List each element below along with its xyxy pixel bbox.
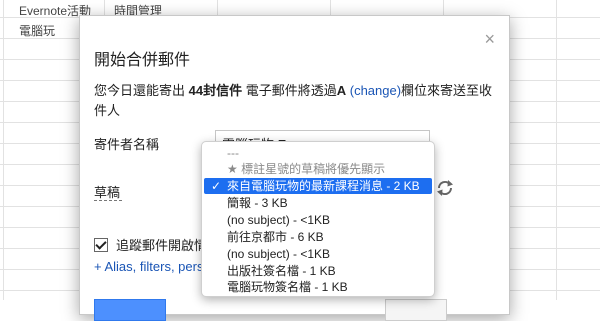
quota-info-text: 您今日還能寄出 44封信件 電子郵件將透過A (change)欄位來寄送至收件人 bbox=[94, 81, 494, 121]
info-text: 您今日還能寄出 bbox=[94, 83, 189, 98]
draft-option[interactable]: (no subject) - <1KB bbox=[202, 246, 434, 262]
sheet-cell[interactable]: 電腦玩 bbox=[19, 22, 55, 39]
draft-option-label: 來自電腦玩物的最新課程消息 - 2 KB bbox=[227, 179, 420, 193]
email-column: A bbox=[336, 83, 347, 98]
change-column-link[interactable]: (change) bbox=[350, 83, 401, 98]
draft-option[interactable]: 電腦玩物簽名檔 - 1 KB bbox=[202, 279, 434, 295]
draft-label: 草稿 bbox=[94, 185, 121, 200]
grid-line bbox=[3, 0, 4, 300]
draft-option-separator: --- bbox=[227, 146, 239, 160]
refresh-icon[interactable] bbox=[434, 177, 456, 199]
draft-option[interactable]: 出版社簽名檔 - 1 KB bbox=[202, 263, 434, 279]
checkmark-icon: ✓ bbox=[211, 179, 222, 193]
info-text: 電子郵件將透過 bbox=[242, 83, 337, 98]
draft-option[interactable]: 簡報 - 3 KB bbox=[202, 195, 434, 211]
draft-option-hint: ★ 標註星號的草稿將優先顯示 bbox=[227, 162, 386, 176]
grid-line bbox=[556, 0, 557, 300]
sender-name-label: 寄件者名稱 bbox=[94, 137, 160, 152]
close-icon[interactable]: × bbox=[484, 30, 495, 48]
draft-option-selected[interactable]: ✓ 來自電腦玩物的最新課程消息 - 2 KB bbox=[204, 178, 432, 194]
draft-label-underline bbox=[94, 200, 122, 201]
secondary-button[interactable] bbox=[385, 299, 447, 321]
draft-dropdown-menu[interactable]: --- ★ 標註星號的草稿將優先顯示 ✓ 來自電腦玩物的最新課程消息 - 2 KB… bbox=[201, 141, 435, 297]
checkbox-checked-icon[interactable] bbox=[94, 238, 108, 252]
dialog-title: 開始合併郵件 bbox=[94, 52, 191, 69]
draft-option[interactable]: (no subject) - <1KB bbox=[202, 212, 434, 228]
draft-option[interactable]: 前往京都市 - 6 KB bbox=[202, 229, 434, 245]
alias-filters-link[interactable]: + Alias, filters, perso bbox=[94, 259, 211, 274]
remaining-count: 44封信件 bbox=[188, 83, 243, 98]
primary-button[interactable] bbox=[94, 299, 166, 321]
